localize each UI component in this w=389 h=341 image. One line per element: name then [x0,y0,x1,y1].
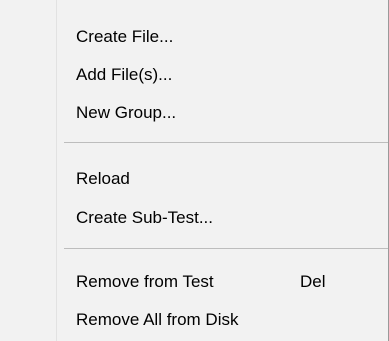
menu-item-add-files[interactable]: Add File(s)... [0,58,388,92]
menu-item-label: Reload [76,169,130,188]
menu-item-label: Add File(s)... [76,65,173,84]
menu-item-remove-from-test[interactable]: Remove from Test Del [0,265,388,299]
menu-item-label: Create File... [76,27,174,46]
menu-item-reload[interactable]: Reload [0,162,388,196]
menu-item-label: New Group... [76,103,177,122]
menu-separator [64,248,388,249]
menu-item-create-sub-test[interactable]: Create Sub-Test... [0,201,388,235]
menu-item-label: Remove All from Disk [76,310,239,329]
menu-item-remove-all-from-disk[interactable]: Remove All from Disk [0,303,388,337]
menu-item-new-group[interactable]: New Group... [0,96,388,130]
menu-item-shortcut: Del [300,272,326,291]
menu-item-create-file[interactable]: Create File... [0,20,388,54]
menu-item-label: Create Sub-Test... [76,208,214,227]
menu-separator [64,142,388,143]
menu-item-label: Remove from Test [76,272,214,291]
context-menu: Create File... Add File(s)... New Group.… [0,0,389,341]
